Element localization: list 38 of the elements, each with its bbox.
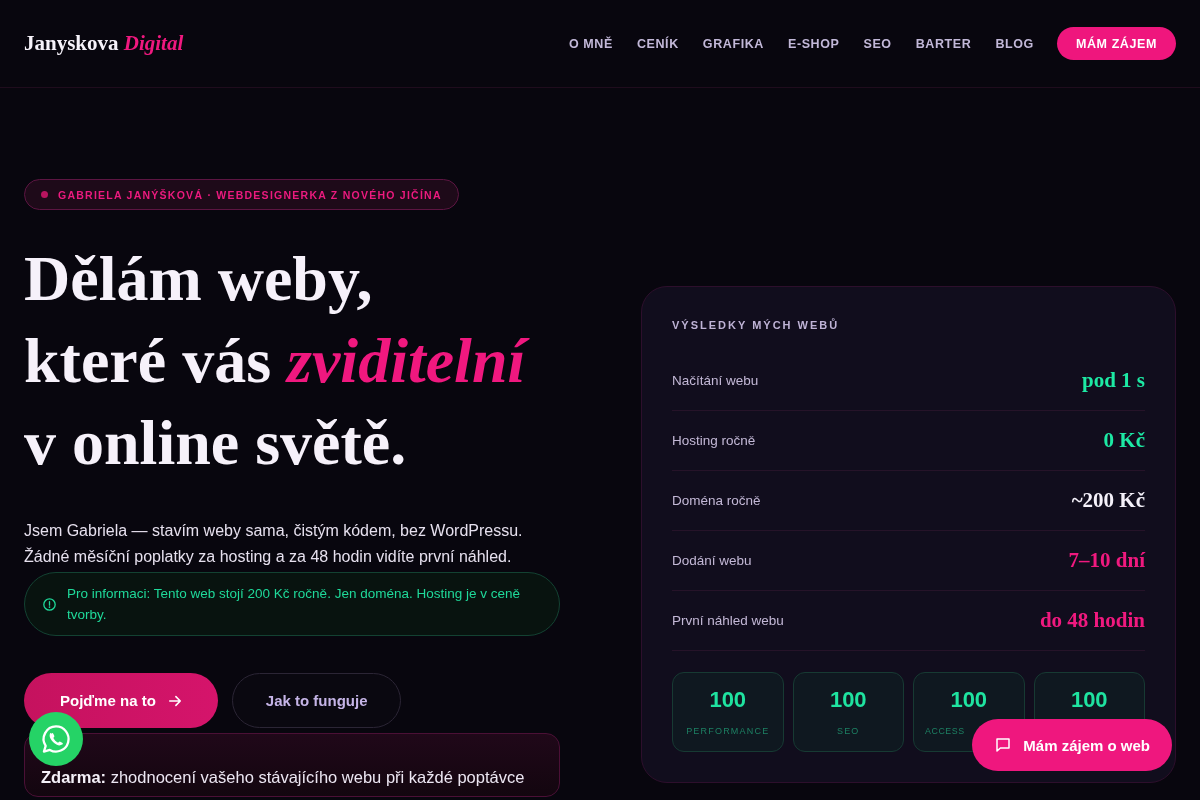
metric-label: Načítání webu [672, 373, 759, 388]
phone-bubble-icon[interactable] [29, 712, 83, 766]
score-value: 100 [709, 687, 747, 713]
metric-value: 0 Kč [1103, 428, 1145, 453]
notice-text: Pro informaci: Tento web stojí 200 Kč ročně. Jen doména. Hosting je v ceně tvorby. [67, 585, 521, 624]
score-label: SEO [836, 726, 860, 737]
arrow-right-icon [167, 693, 182, 708]
cta-button[interactable]: MÁM ZÁJEM [1056, 27, 1176, 60]
dot-icon [41, 191, 48, 198]
chat-bubble-icon [994, 736, 1013, 754]
card-title: VÝSLEDKY MÝCH WEBŮ [672, 318, 841, 332]
chat-button[interactable]: Mám zájem o web [972, 719, 1172, 771]
metric-value: pod 1 s [1081, 368, 1145, 393]
how-it-works-button[interactable]: Jak to funguje [231, 673, 402, 728]
metric-label: První náhled webu [672, 613, 784, 628]
score-label: PERFORMANCE [686, 726, 770, 737]
nav-link[interactable]: BARTER [915, 36, 972, 51]
nav-link[interactable]: SEO [863, 36, 892, 51]
intro-text: Jsem Gabriela — stavím weby sama, čistým kódem, bez WordPressu. Žádné měsíční poplatky za hosting a za 48 hodin vidíte první náhled. [24, 521, 524, 567]
offer-text: Zdarma: zhodnocení vašeho stávajícího webu při každé poptávce [41, 768, 525, 786]
badge-text: GABRIELA JANÝŠKOVÁ · WEBDESIGNERKA Z NOVÉHO JIČÍNA [58, 188, 442, 201]
metric-value: do 48 hodin [1039, 608, 1145, 633]
nav-link[interactable]: CENÍK [636, 36, 679, 51]
site-logo[interactable]: Janyskova Digital [24, 31, 184, 56]
nav-link[interactable]: BLOG [995, 36, 1034, 51]
exclamation-circle-icon [43, 597, 56, 611]
score-value: 100 [829, 687, 867, 713]
nav-link[interactable]: GRAFIKA [702, 36, 764, 51]
metric-label: Doména ročně [672, 493, 761, 508]
metric-value: 7–10 dní [1068, 548, 1145, 573]
score-label: ACCESS [925, 726, 965, 737]
score-value: 100 [950, 687, 988, 713]
metric-label: Hosting ročně [672, 433, 756, 448]
metric-label: Dodání webu [672, 553, 752, 568]
nav-link[interactable]: E-SHOP [787, 36, 840, 51]
metric-value: ~200 Kč [1071, 488, 1145, 513]
nav-link[interactable]: O MNĚ [568, 36, 613, 51]
start-button[interactable]: Pojďme na to [24, 673, 218, 728]
